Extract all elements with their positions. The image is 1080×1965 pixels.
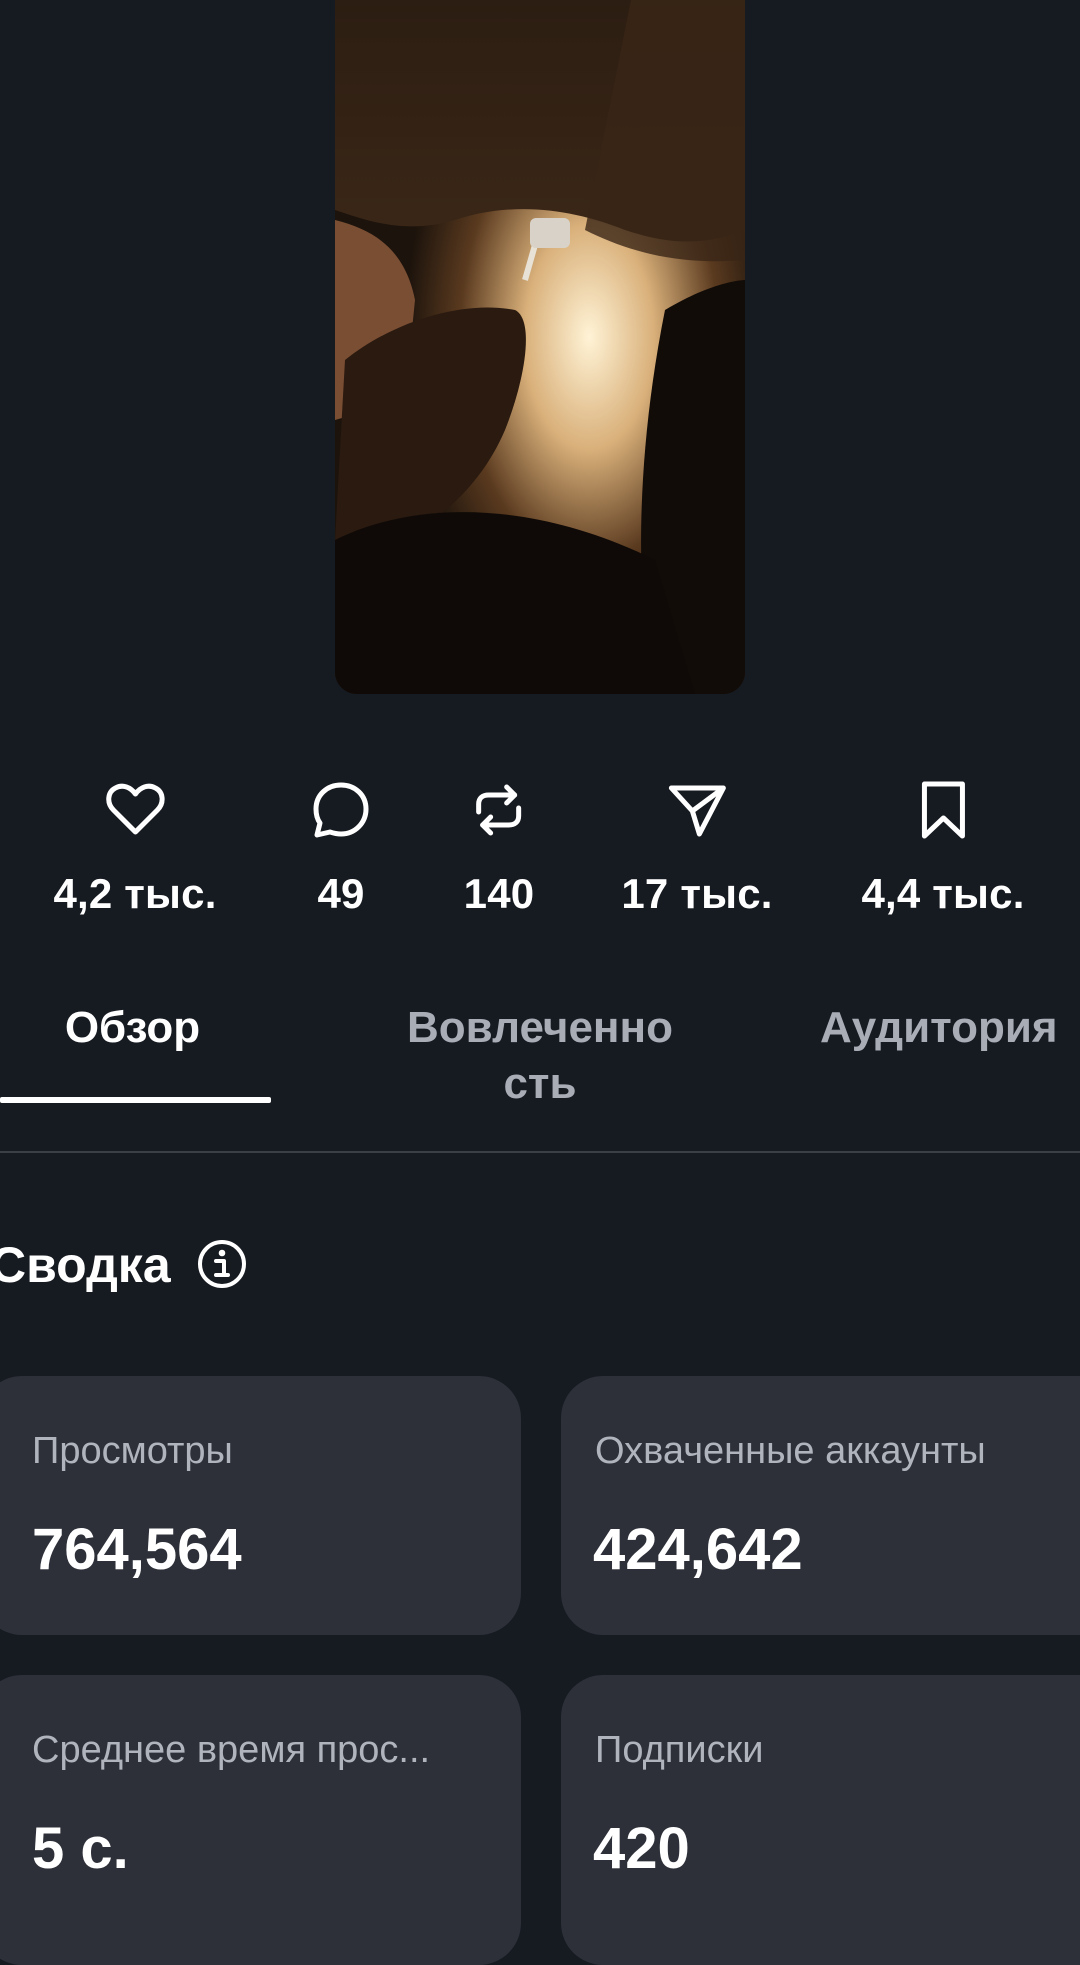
shares-stat[interactable]: 17 тыс. bbox=[621, 778, 772, 918]
saves-stat[interactable]: 4,4 тыс. bbox=[861, 778, 1024, 918]
reposts-count: 140 bbox=[463, 870, 535, 917]
send-icon bbox=[665, 778, 729, 842]
shares-count: 17 тыс. bbox=[621, 870, 773, 917]
likes-count: 4,2 тыс. bbox=[53, 870, 217, 917]
tab-overview[interactable]: Обзор bbox=[0, 1000, 265, 1056]
card-accounts-reached-value: 424,642 bbox=[593, 1517, 803, 1582]
tab-audience[interactable]: Аудитория bbox=[820, 1000, 1080, 1056]
active-tab-indicator bbox=[0, 1097, 271, 1103]
tab-engagement-label-line1: Вовлеченно bbox=[407, 1003, 673, 1052]
tab-audience-label: Аудитория bbox=[820, 1003, 1058, 1052]
bookmark-icon bbox=[911, 778, 975, 842]
summary-title: Сводка bbox=[0, 1237, 171, 1293]
comments-stat[interactable]: 49 bbox=[309, 778, 373, 918]
heart-icon bbox=[103, 778, 167, 842]
reel-preview-thumbnail[interactable] bbox=[335, 0, 745, 694]
card-accounts-reached-label: Охваченные аккаунты bbox=[595, 1430, 986, 1472]
card-average-watch-time-label: Среднее время прос... bbox=[32, 1729, 431, 1771]
card-views[interactable]: Просмотры 764,564 bbox=[0, 1376, 521, 1635]
tabs-divider bbox=[0, 1151, 1080, 1153]
repost-icon bbox=[467, 778, 531, 842]
card-accounts-reached[interactable]: Охваченные аккаунты 424,642 bbox=[561, 1376, 1080, 1635]
comments-count: 49 bbox=[317, 870, 365, 917]
tab-engagement-label-line2: сть bbox=[503, 1059, 577, 1108]
card-follows-label: Подписки bbox=[595, 1729, 764, 1771]
likes-stat[interactable]: 4,2 тыс. bbox=[53, 778, 216, 918]
card-views-value: 764,564 bbox=[32, 1517, 242, 1582]
card-follows-value: 420 bbox=[593, 1816, 690, 1881]
tab-engagement[interactable]: Вовлеченно сть bbox=[380, 1000, 700, 1112]
card-average-watch-time[interactable]: Среднее время прос... 5 с. bbox=[0, 1675, 521, 1965]
reposts-stat[interactable]: 140 bbox=[464, 778, 535, 918]
comment-bubble-icon bbox=[309, 778, 373, 842]
card-average-watch-time-value: 5 с. bbox=[32, 1816, 129, 1881]
saves-count: 4,4 тыс. bbox=[861, 870, 1025, 917]
card-views-label: Просмотры bbox=[32, 1430, 233, 1472]
info-icon[interactable] bbox=[196, 1238, 248, 1290]
tab-overview-label: Обзор bbox=[64, 1003, 201, 1052]
card-follows[interactable]: Подписки 420 bbox=[561, 1675, 1080, 1965]
